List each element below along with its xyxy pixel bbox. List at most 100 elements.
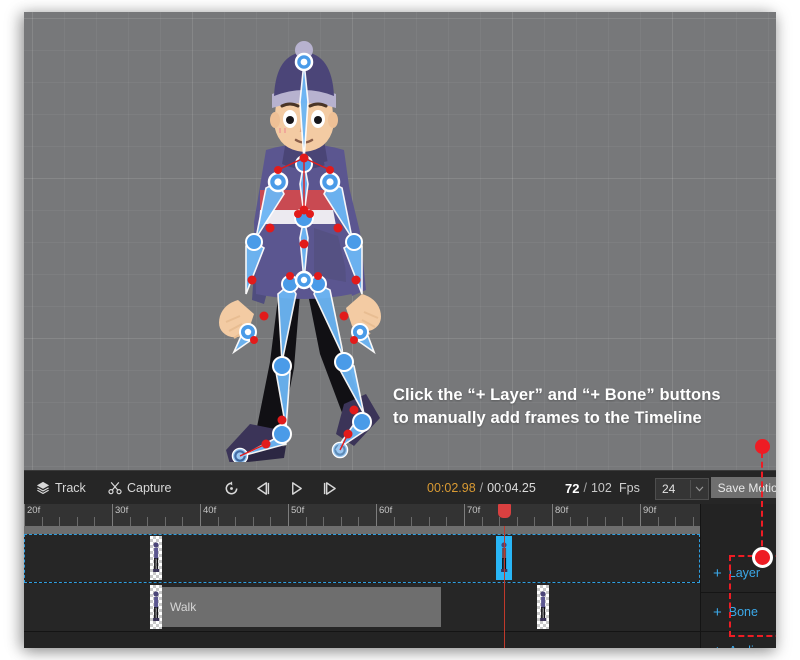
time-separator: / — [479, 481, 484, 495]
scissors-icon — [108, 481, 122, 495]
ruler-tick-minor — [534, 517, 536, 526]
ruler-tick-minor — [129, 517, 131, 526]
ruler-tick-minor — [217, 517, 219, 526]
next-frame-button[interactable] — [318, 477, 340, 499]
ruler-tick-major — [640, 504, 641, 526]
time-display: 00:02.98 / 00:04.25 — [427, 471, 536, 505]
capture-button[interactable]: Capture — [108, 471, 171, 505]
ruler-tick-minor — [411, 517, 413, 526]
ruler-tick-minor — [59, 517, 61, 526]
ruler-tick-minor — [428, 517, 430, 526]
ruler-tick-label: 80f — [555, 505, 569, 516]
ruler-tick-minor — [446, 517, 448, 526]
keyframe-thumbnail — [153, 591, 160, 621]
timeline-toolbar: Track Capture 00:02.98 / 00:04.25 72 / 1… — [24, 470, 776, 505]
ruler-tick-minor — [164, 517, 166, 526]
keyframe[interactable] — [150, 585, 162, 629]
ruler-tick-minor — [622, 517, 624, 526]
ruler-tick-label: 90f — [643, 505, 657, 516]
save-motion-button[interactable]: Save Motion — [711, 477, 776, 498]
ruler-tick-minor — [657, 517, 659, 526]
track-row[interactable]: Walk — [24, 583, 700, 632]
ruler-tick-minor — [305, 517, 307, 526]
fps-label: Fps — [619, 481, 640, 495]
annotation-connector-line — [761, 452, 763, 556]
ruler-tick-label: 50f — [291, 505, 305, 516]
track-button-label: Track — [55, 481, 86, 495]
ruler-tick-major — [376, 504, 377, 526]
add-layer-label: Layer — [728, 566, 761, 580]
ruler-tick-label: 60f — [379, 505, 393, 516]
playhead-handle[interactable] — [498, 504, 511, 518]
playhead-line — [504, 526, 505, 648]
ruler-tick-minor — [270, 517, 272, 526]
ruler-tick-minor — [393, 517, 395, 526]
ruler-tick-minor — [516, 517, 518, 526]
annotation-dot-top — [755, 439, 770, 454]
keyframe-thumbnail — [540, 591, 547, 621]
time-total: 00:04.25 — [487, 481, 536, 495]
time-current: 00:02.98 — [427, 481, 476, 495]
walking-character-rig[interactable] — [194, 32, 414, 465]
annotation-line-2: to manually add frames to the Timeline — [393, 409, 702, 427]
ruler-tick-minor — [481, 517, 483, 526]
fps-select[interactable]: 24 — [655, 478, 709, 500]
ruler-tick-minor — [569, 517, 571, 526]
frame-display: 72 / 102 — [565, 471, 612, 505]
play-button[interactable] — [285, 477, 307, 499]
timeline-ruler[interactable]: 20f 30f 40f 50f 60f 70f 80f 90f — [24, 504, 776, 526]
chevron-down-icon[interactable] — [690, 480, 708, 498]
ruler-tick-minor — [675, 517, 677, 526]
ruler-tick-label: 70f — [467, 505, 481, 516]
ruler-tick-minor — [252, 517, 254, 526]
annotation-dot-target — [752, 547, 773, 568]
keyframe[interactable] — [537, 585, 549, 629]
clip-walk[interactable]: Walk — [156, 587, 441, 627]
track-header-strip — [24, 526, 700, 534]
ruler-tick-minor — [358, 517, 360, 526]
prev-frame-button[interactable] — [252, 477, 274, 499]
timeline-tracks[interactable]: Walk — [24, 526, 776, 648]
ruler-tick-major — [112, 504, 113, 526]
ruler-tick-minor — [76, 517, 78, 526]
capture-button-label: Capture — [127, 481, 172, 495]
keyframe[interactable] — [150, 536, 162, 580]
add-buttons-panel: + Layer + Bone + Audio — [700, 504, 776, 648]
frame-current: 72 — [565, 480, 580, 496]
canvas-viewport[interactable]: Click the “+ Layer” and “+ Bone” buttons… — [24, 12, 776, 470]
annotation-line-1: Click the “+ Layer” and “+ Bone” buttons — [393, 386, 721, 404]
plus-icon: + — [713, 644, 722, 649]
track-row[interactable] — [24, 534, 700, 583]
rotate-ccw-icon — [225, 480, 237, 494]
ruler-tick-label: 30f — [115, 505, 129, 516]
plus-icon: + — [713, 564, 722, 582]
ruler-tick-minor — [41, 517, 43, 526]
layers-icon — [36, 481, 50, 495]
ruler-tick-minor — [604, 517, 606, 526]
ruler-tick-minor — [587, 517, 589, 526]
play-icon — [291, 481, 302, 495]
ruler-tick-minor — [323, 517, 325, 526]
character-svg — [219, 41, 381, 465]
ruler-tick-minor — [94, 517, 96, 526]
ruler-tick-label: 20f — [27, 505, 41, 516]
reset-button[interactable] — [220, 477, 242, 499]
ruler-tick-major — [24, 504, 25, 526]
ruler-tick-label: 40f — [203, 505, 217, 516]
ruler-tick-major — [288, 504, 289, 526]
fps-value: 24 — [662, 482, 676, 496]
keyframe-thumbnail — [153, 542, 160, 572]
step-forward-icon — [323, 481, 336, 495]
track-button[interactable]: Track — [36, 471, 86, 505]
ruler-tick-minor — [182, 517, 184, 526]
add-bone-button[interactable]: + Bone — [701, 593, 776, 632]
annotation-text: Click the “+ Layer” and “+ Bone” buttons… — [393, 384, 773, 430]
frame-separator: / — [583, 481, 587, 495]
add-audio-button[interactable]: + Audio — [701, 632, 776, 649]
ruler-tick-minor — [147, 517, 149, 526]
ruler-tick-minor — [499, 517, 501, 526]
ruler-tick-major — [552, 504, 553, 526]
plus-icon: + — [713, 603, 722, 621]
ruler-tick-minor — [235, 517, 237, 526]
ruler-tick-major — [200, 504, 201, 526]
